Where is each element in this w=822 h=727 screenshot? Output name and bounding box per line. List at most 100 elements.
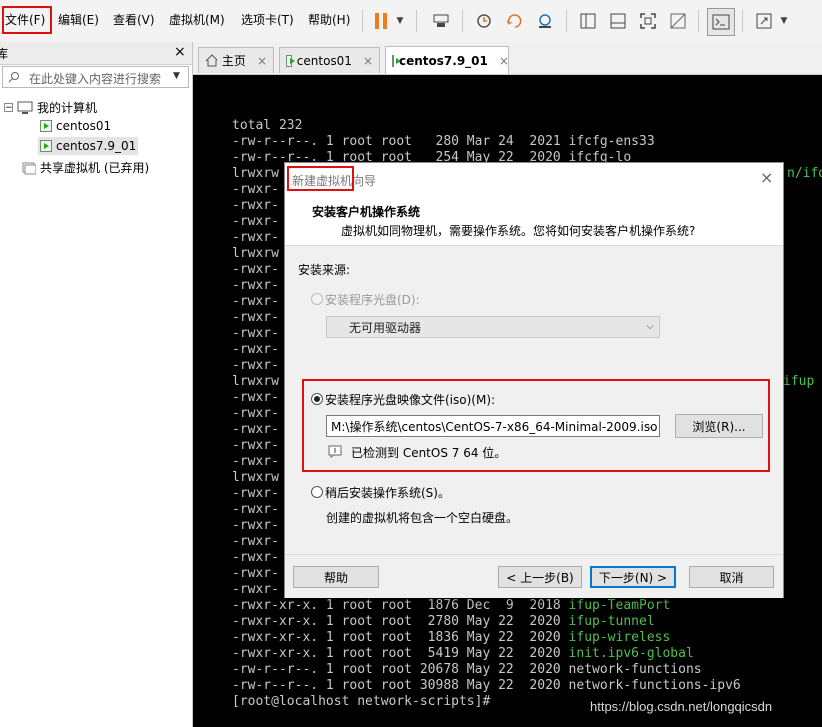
source-label: 安装来源: <box>298 263 351 277</box>
terminal-line: -rw-r--r--. 1 root root 20678 May 22 202… <box>232 662 702 678</box>
revert-snapshot-icon[interactable] <box>502 8 528 34</box>
shared-vm-icon <box>22 162 36 174</box>
vm-icon <box>40 140 52 152</box>
snapshot-icon[interactable] <box>471 8 497 34</box>
terminal-line: -rwxr- <box>232 278 279 294</box>
library-search-input[interactable]: 在此处键入内容进行搜索 ▼ <box>2 66 189 88</box>
tree-vm-centos01[interactable]: centos01 <box>40 119 111 133</box>
close-icon[interactable]: × <box>257 54 267 68</box>
terminal-text: -rwxr- <box>232 390 279 405</box>
menu-view[interactable]: 查看(V) <box>113 11 155 28</box>
close-icon[interactable]: × <box>760 168 773 187</box>
tab-centos7-9-01[interactable]: centos7.9_01 × <box>385 46 509 74</box>
menu-edit[interactable]: 编辑(E) <box>58 11 99 28</box>
library-title: 库 <box>0 47 9 61</box>
terminal-text: lrwxrw <box>232 470 279 485</box>
toolbar-separator <box>362 10 363 32</box>
back-button[interactable]: < 上一步(B) <box>498 566 582 588</box>
terminal-text: -rwxr-xr-x. 1 root root 1836 May 22 2020 <box>232 630 569 645</box>
terminal-line: -rwxr- <box>232 486 279 502</box>
dialog-title-suffix: 向导 <box>352 174 377 188</box>
collapse-icon[interactable]: − <box>4 103 13 113</box>
terminal-text: -rwxr- <box>232 406 279 421</box>
close-icon[interactable]: × <box>363 54 373 68</box>
dialog-heading: 安装客户机操作系统 <box>312 205 421 219</box>
terminal-text: -rwxr- <box>232 278 279 293</box>
stretch-icon[interactable] <box>751 8 777 34</box>
vm-icon <box>392 54 401 67</box>
fullscreen-icon[interactable] <box>635 8 661 34</box>
menu-vm[interactable]: 虚拟机(M) <box>169 11 225 28</box>
terminal-text: -rwxr- <box>232 342 279 357</box>
pause-icon[interactable] <box>368 8 394 34</box>
terminal-line: total 232 <box>232 118 302 134</box>
radio-disc[interactable] <box>311 293 323 305</box>
library-header: 库 × <box>0 42 192 65</box>
terminal-line: -rwxr-xr-x. 1 root root 1876 Dec 9 2018 … <box>232 598 670 614</box>
terminal-line: -rwxr- <box>232 502 279 518</box>
send-keys-icon[interactable] <box>428 8 454 34</box>
cancel-button[interactable]: 取消 <box>689 566 774 588</box>
terminal-text: -rwxr- <box>232 230 279 245</box>
terminal-text: [root@localhost network-scripts]# <box>232 694 491 709</box>
manage-snapshots-icon[interactable] <box>532 8 558 34</box>
radio-later[interactable] <box>311 486 323 498</box>
tab-centos01[interactable]: centos01 × <box>279 47 380 73</box>
single-view-icon[interactable] <box>605 8 631 34</box>
terminal-text: -rwxr- <box>232 358 279 373</box>
new-vm-wizard-dialog: 新建虚拟机 向导 × 安装客户机操作系统 虚拟机如同物理机，需要操作系统。您将如… <box>284 162 784 598</box>
close-icon[interactable]: × <box>499 54 509 68</box>
terminal-fragment: n/ifd <box>787 166 822 181</box>
next-button[interactable]: 下一步(N) > <box>590 566 676 588</box>
terminal-line: -rwxr- <box>232 214 279 230</box>
terminal-text: -rwxr- <box>232 182 279 197</box>
tree-shared-vms[interactable]: 共享虚拟机 (已弃用) <box>22 159 149 176</box>
terminal-line: -rwxr- <box>232 406 279 422</box>
close-icon[interactable]: × <box>174 44 186 60</box>
console-icon[interactable] <box>707 8 735 36</box>
dialog-subheading: 虚拟机如同物理机，需要操作系统。您将如何安装客户机操作系统? <box>341 224 696 238</box>
sidebar-view-icon[interactable] <box>575 8 601 34</box>
menu-bar: 文件(F) 编辑(E) 查看(V) 虚拟机(M) 选项卡(T) 帮助(H) ▼ … <box>0 0 822 43</box>
vm-icon <box>40 120 52 132</box>
vm-icon <box>286 54 295 67</box>
toolbar-separator <box>698 10 699 32</box>
tree-vm-centos7-9-01[interactable]: centos7.9_01 <box>38 137 139 155</box>
terminal-line: -rwxr- <box>232 454 279 470</box>
dialog-body: 安装来源: 安装程序光盘(D): 无可用驱动器 ⌵ 安装程序光盘映像文件(iso… <box>285 246 783 554</box>
terminal-filename: ifcfg-ens33 <box>568 134 655 149</box>
file-menu-highlight <box>2 6 52 34</box>
terminal-text: -rwxr- <box>232 198 279 213</box>
tab-home[interactable]: 主页 × <box>198 47 274 73</box>
iso-path-combobox[interactable]: M:\操作系统\centos\CentOS-7-x86_64-Minimal-2… <box>326 415 660 437</box>
terminal-line: -rwxr- <box>232 550 279 566</box>
later-description: 创建的虚拟机将包含一个空白硬盘。 <box>326 511 519 525</box>
terminal-line: -rwxr- <box>232 326 279 342</box>
unity-icon[interactable] <box>665 8 691 34</box>
terminal-text: -rwxr- <box>232 502 279 517</box>
terminal-line: -rwxr- <box>232 342 279 358</box>
dropdown-icon[interactable]: ▼ <box>392 8 408 34</box>
menu-help[interactable]: 帮助(H) <box>308 11 350 28</box>
radio-iso[interactable] <box>311 393 323 405</box>
dropdown-icon[interactable]: ▼ <box>776 8 792 34</box>
terminal-line: -rwxr- <box>232 534 279 550</box>
terminal-text: -rwxr- <box>232 566 279 581</box>
terminal-text: -rwxr-xr-x. 1 root root 2780 May 22 2020 <box>232 614 569 629</box>
menu-tabs[interactable]: 选项卡(T) <box>241 11 294 28</box>
dialog-footer: 帮助 < 上一步(B) 下一步(N) > 取消 <box>285 554 783 598</box>
chevron-down-icon[interactable]: ⌵ <box>646 420 654 431</box>
radio-disc-label: 安装程序光盘(D): <box>325 293 420 307</box>
help-button[interactable]: 帮助 <box>293 566 379 588</box>
tab-label: centos01 <box>296 53 352 68</box>
toolbar-separator <box>566 10 567 32</box>
terminal-line: lrwxrw <box>232 246 279 262</box>
terminal-text: -rwxr- <box>232 326 279 341</box>
tree-my-computer[interactable]: − 我的计算机 <box>4 99 97 116</box>
terminal-text: -rwxr- <box>232 454 279 469</box>
chevron-down-icon[interactable]: ▼ <box>173 71 180 81</box>
radio-iso-label: 安装程序光盘映像文件(iso)(M): <box>325 393 496 407</box>
terminal-line: -rwxr- <box>232 182 279 198</box>
browse-button[interactable]: 浏览(R)... <box>675 414 763 438</box>
terminal-text: -rw-r--r--. 1 root root 20678 May 22 202… <box>232 662 569 677</box>
